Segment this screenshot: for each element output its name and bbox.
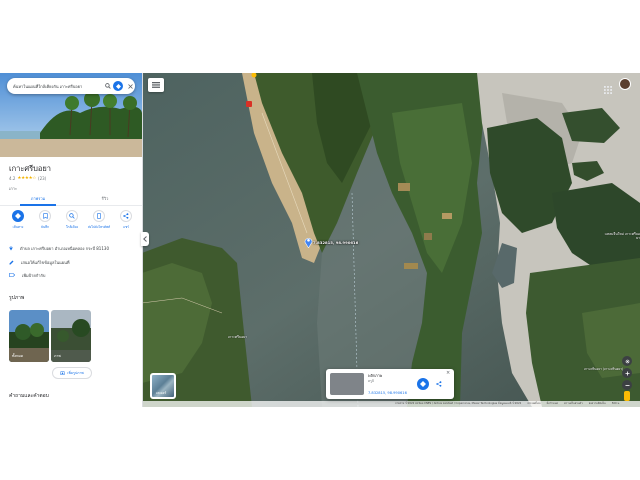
share-button[interactable]: แชร์	[114, 210, 138, 230]
search-input[interactable]: ค้นหาในแผนที่ใกล้เคียงกัน เกาะศรีบอยา	[7, 83, 103, 90]
place-type: เกาะ	[9, 186, 18, 191]
menu-icon	[152, 82, 160, 88]
card-coordinates[interactable]: 7.832815, 98.990616	[368, 391, 407, 395]
review-count[interactable]: (23)	[38, 176, 46, 181]
rating-value: 4.2	[9, 176, 16, 181]
layers-label: เลเยอร์	[156, 391, 167, 395]
map-label-side[interactable]: เกาะศรีบอยา	[228, 335, 247, 340]
map-type-toggle[interactable]	[148, 78, 164, 92]
footer-country[interactable]: ประเทศไทย	[527, 402, 540, 406]
account-avatar[interactable]	[619, 78, 631, 90]
satellite-map[interactable]	[142, 73, 640, 407]
my-location-button[interactable]	[622, 356, 632, 366]
collapse-panel-button[interactable]	[141, 232, 149, 246]
card-thumbnail	[330, 373, 364, 395]
footer-terms-link[interactable]: ข้อกำหนด	[547, 402, 559, 406]
directions-icon	[420, 381, 426, 387]
zoom-out-button[interactable]	[622, 380, 632, 390]
search-icon[interactable]	[103, 81, 113, 91]
save-icon	[39, 210, 51, 222]
my-location-icon	[625, 359, 629, 363]
photo-caption: ภาพ	[54, 354, 61, 358]
photos-heading: รูปภาพ	[9, 295, 25, 301]
edit-map-icon	[9, 260, 14, 266]
place-panel: ค้นหาในแผนที่ใกล้เคียงกัน เกาะศรีบอยา เก…	[0, 73, 143, 407]
add-photo-button[interactable]: เพิ่มรูปภาพ	[52, 367, 92, 379]
nearby-label: ใกล้เคียง	[65, 225, 79, 229]
directions-label: เส้นทาง	[12, 225, 24, 229]
footer-attribution: ภาพถ่าย ©2022 Airbus CNES / Airbus Lands…	[394, 402, 522, 405]
nearby-button[interactable]: ใกล้เคียง	[60, 210, 84, 230]
nearby-icon	[66, 210, 78, 222]
map-label-right[interactable]: แหลมจีนใหม่ เกาะศรีบอยา	[602, 232, 640, 240]
coordinate-label: 7.832815, 98.990616	[313, 240, 359, 245]
photo-all[interactable]: ทั้งหมด	[9, 310, 49, 362]
card-subtitle: ครูบี	[368, 379, 374, 383]
send-to-phone-label: ส่งไปยังโทรศัพท์	[87, 225, 111, 229]
tab-reviews[interactable]: รีวิว	[75, 195, 135, 202]
directions-button[interactable]: เส้นทาง	[6, 210, 30, 230]
suggest-edit-row[interactable]: เสนอให้แก้ไขข้อมูลในแผนที่	[9, 259, 70, 266]
address-text: ตำบล เกาะศรีบอยา อำเภอเหนือคลอง กระบี่ 8…	[20, 246, 109, 251]
save-label: บันทึก	[40, 225, 50, 229]
card-share-button[interactable]	[434, 379, 444, 389]
card-directions-button[interactable]	[417, 378, 429, 390]
plus-icon	[625, 371, 629, 375]
map-pin-icon[interactable]	[304, 236, 313, 248]
layers-button[interactable]: เลเยอร์	[150, 373, 176, 399]
street-view-pegman-icon[interactable]	[624, 391, 630, 401]
map-footer: ภาพถ่าย ©2022 Airbus CNES / Airbus Lands…	[142, 401, 640, 407]
label-icon	[9, 273, 16, 278]
search-box[interactable]: ค้นหาในแผนที่ใกล้เคียงกัน เกาะศรีบอยา	[7, 78, 135, 94]
place-tabs: ภาพรวม รีวิว	[0, 192, 142, 206]
add-photo-label: เพิ่มรูปภาพ	[67, 371, 84, 375]
add-photo-icon	[60, 371, 66, 376]
directions-icon[interactable]	[113, 81, 123, 91]
send-to-phone-button[interactable]: ส่งไปยังโทรศัพท์	[87, 210, 111, 230]
photo-caption: ทั้งหมด	[12, 354, 24, 358]
add-label-text: เพิ่มป้ายกำกับ	[22, 273, 46, 278]
share-icon	[120, 210, 132, 222]
qa-heading: คำถามและคำตอบ	[9, 393, 49, 399]
minus-icon	[625, 384, 629, 386]
save-button[interactable]: บันทึก	[33, 210, 57, 230]
action-bar: เส้นทาง บันทึก ใกล้เคียง ส่งไปยังโทรศัพท…	[6, 210, 138, 230]
footer-feedback-link[interactable]: ส่งความคิดเห็น	[589, 402, 606, 406]
tab-active-indicator	[20, 204, 56, 206]
directions-icon	[12, 210, 24, 222]
share-label: แชร์	[123, 225, 129, 229]
location-pin-icon	[9, 245, 13, 252]
send-to-phone-icon	[93, 210, 105, 222]
rating-row: 4.2 ★★★★☆ (23)	[9, 176, 46, 181]
rating-stars: ★★★★☆	[17, 176, 37, 181]
suggest-edit-text: เสนอให้แก้ไขข้อมูลในแผนที่	[21, 260, 70, 265]
tab-overview[interactable]: ภาพรวม	[8, 195, 68, 202]
share-icon	[436, 381, 442, 387]
address-row[interactable]: ตำบล เกาะศรีบอยา อำเภอเหนือคลอง กระบี่ 8…	[9, 245, 109, 252]
place-title: เกาะศรีบอยา	[9, 164, 52, 173]
chevron-left-icon	[143, 236, 147, 242]
map-label-bottom[interactable]: เกาะศรีบอยา (เกาะศรีบอยา)	[584, 367, 623, 371]
dropped-pin-card[interactable]: พลิกภาพ ครูบี 7.832815, 98.990616 ×	[326, 369, 454, 399]
footer-privacy-link[interactable]: ความเป็นส่วนตัว	[564, 402, 583, 406]
scale-bar[interactable]: 500 ม.	[612, 402, 620, 406]
add-label-row[interactable]: เพิ่มป้ายกำกับ	[9, 272, 45, 279]
photo-view[interactable]: ภาพ	[51, 310, 91, 362]
close-icon[interactable]	[125, 81, 135, 91]
close-icon[interactable]: ×	[446, 370, 450, 376]
zoom-in-button[interactable]	[622, 368, 632, 378]
apps-grid-icon[interactable]	[604, 79, 612, 94]
